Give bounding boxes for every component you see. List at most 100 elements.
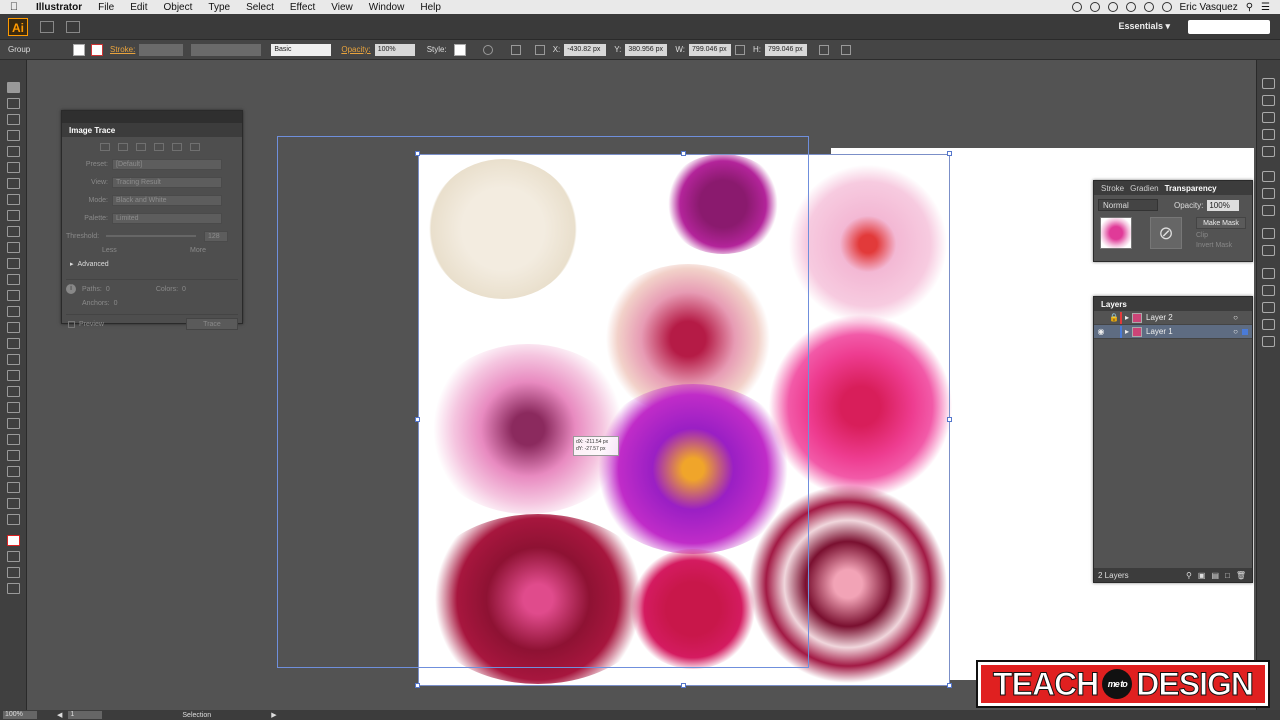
width-field[interactable]: 799.046 px [689, 43, 732, 56]
target-icon[interactable]: ○ [1233, 327, 1238, 336]
paintbrush-tool-icon[interactable] [6, 210, 20, 221]
volume-icon[interactable] [1143, 2, 1154, 12]
graphic-style-swatch[interactable] [453, 43, 466, 56]
perspective-grid-tool-icon[interactable] [6, 354, 20, 365]
zoom-tool-icon[interactable] [6, 514, 20, 525]
threshold-field[interactable]: 128 [204, 230, 228, 242]
width-tool-icon[interactable] [6, 306, 20, 317]
zoom-field[interactable]: 100% [3, 711, 37, 719]
status-tool-readout[interactable]: Selection [182, 712, 211, 719]
mesh-tool-icon[interactable] [6, 370, 20, 381]
view-select[interactable]: Tracing Result [112, 176, 222, 188]
make-mask-button[interactable]: Make Mask [1196, 217, 1246, 229]
slice-tool-icon[interactable] [6, 482, 20, 493]
pen-tool-icon[interactable] [6, 146, 20, 157]
color-mode-icon[interactable] [6, 551, 20, 562]
fill-swatch[interactable] [73, 43, 85, 56]
direct-selection-tool-icon[interactable] [6, 98, 20, 109]
help-search-input[interactable] [1188, 19, 1270, 34]
mask-placeholder-icon[interactable]: ⊘ [1150, 217, 1182, 249]
y-field[interactable]: 380.956 px [625, 43, 668, 56]
layer-row-1[interactable]: ◉ ▸ Layer 1 ○ [1094, 325, 1252, 339]
graphic-styles-icon[interactable] [1262, 245, 1275, 256]
workspace-switcher[interactable]: Essentials ▾ [1118, 21, 1188, 32]
symbols-icon[interactable] [1262, 146, 1275, 157]
preview-checkbox-box[interactable] [68, 320, 75, 328]
hand-tool-icon[interactable] [6, 498, 20, 509]
target-icon[interactable]: ○ [1233, 313, 1238, 322]
transparency-opacity-field[interactable]: 100% [1207, 199, 1240, 211]
color-guide-icon[interactable] [1262, 95, 1275, 106]
arrange-documents-icon[interactable] [66, 20, 80, 33]
sync-icon[interactable] [1107, 2, 1118, 12]
expand-arrow-icon[interactable]: ▸ [1122, 327, 1132, 336]
lasso-tool-icon[interactable] [6, 130, 20, 141]
layer-name[interactable]: Layer 2 [1146, 313, 1173, 322]
bbox-handle-top-right[interactable] [947, 151, 952, 156]
selection-indicator[interactable] [1242, 328, 1248, 335]
outline-icon[interactable] [190, 143, 200, 151]
bbox-handle-bottom-left[interactable] [415, 683, 420, 688]
scale-tool-icon[interactable] [6, 290, 20, 301]
shape-builder-tool-icon[interactable] [6, 338, 20, 349]
menu-window[interactable]: Window [361, 2, 413, 13]
rectangle-tool-icon[interactable] [6, 194, 20, 205]
height-field[interactable]: 799.046 px [765, 43, 808, 56]
artboards-icon[interactable] [1262, 285, 1275, 296]
lock-icon[interactable]: 🔒 [1108, 313, 1120, 322]
pathfinder-icon[interactable] [1262, 336, 1275, 347]
stroke-panel-icon[interactable] [1262, 171, 1275, 182]
color-panel-icon[interactable] [1262, 78, 1275, 89]
type-tool-icon[interactable] [6, 162, 20, 173]
align-to-icon[interactable] [510, 44, 521, 55]
blob-brush-tool-icon[interactable] [6, 242, 20, 253]
tab-layers[interactable]: Layers [1098, 300, 1130, 309]
align-icon[interactable] [1262, 302, 1275, 313]
menu-edit[interactable]: Edit [122, 2, 155, 13]
bbox-handle-bottom-center[interactable] [681, 683, 686, 688]
palette-select[interactable]: Limited [112, 212, 222, 224]
bbox-handle-bottom-right[interactable] [947, 683, 952, 688]
menu-app-name[interactable]: Illustrator [28, 2, 90, 13]
brush-definition[interactable]: Basic [271, 43, 332, 56]
pencil-tool-icon[interactable] [6, 226, 20, 237]
battery-icon[interactable] [1161, 2, 1172, 12]
creative-cloud-icon[interactable] [1089, 2, 1100, 12]
clip-checkbox[interactable]: Clip [1196, 232, 1246, 239]
menu-effect[interactable]: Effect [282, 2, 323, 13]
menu-file[interactable]: File [90, 2, 122, 13]
artboard-field[interactable]: 1 [68, 711, 103, 719]
bbox-handle-middle-right[interactable] [947, 417, 952, 422]
trace-button[interactable]: Trace [186, 318, 238, 330]
image-trace-tab[interactable]: Image Trace [66, 126, 118, 135]
panel-drag-bar[interactable] [62, 111, 242, 123]
stroke-swatch[interactable] [91, 43, 103, 56]
transform-icon[interactable] [819, 44, 830, 55]
preview-label[interactable]: Preview [79, 321, 104, 328]
object-thumbnail[interactable] [1100, 217, 1132, 249]
transparency-panel-icon[interactable] [1262, 205, 1275, 216]
status-menu-icon[interactable]: ▶ [271, 711, 276, 719]
recolor-artwork-icon[interactable] [482, 44, 493, 55]
spotlight-icon[interactable]: ⚲ [1246, 2, 1253, 13]
selection-bounding-box[interactable] [418, 154, 950, 686]
eyedropper-tool-icon[interactable] [6, 402, 20, 413]
stroke-label[interactable]: Stroke: [106, 45, 139, 54]
free-transform-tool-icon[interactable] [6, 322, 20, 333]
tab-transparency[interactable]: Transparency [1162, 184, 1220, 193]
grayscale-icon[interactable] [154, 143, 164, 151]
layer-row-2[interactable]: 🔒 ▸ Layer 2 ○ [1094, 311, 1252, 325]
advanced-label[interactable]: Advanced [78, 261, 109, 268]
bbox-handle-top-center[interactable] [681, 151, 686, 156]
magic-wand-tool-icon[interactable] [6, 114, 20, 125]
menu-select[interactable]: Select [238, 2, 282, 13]
mode-select[interactable]: Black and White [112, 194, 222, 206]
swatches-icon[interactable] [1262, 112, 1275, 123]
opacity-label[interactable]: Opacity: [337, 45, 374, 54]
layers-panel-icon[interactable] [1262, 268, 1275, 279]
apple-icon[interactable]:  [0, 1, 28, 13]
opacity-field[interactable]: 100% [374, 43, 415, 56]
blend-tool-icon[interactable] [6, 418, 20, 429]
gradient-panel-icon[interactable] [1262, 188, 1275, 199]
preset-select[interactable]: [Default] [112, 158, 222, 170]
